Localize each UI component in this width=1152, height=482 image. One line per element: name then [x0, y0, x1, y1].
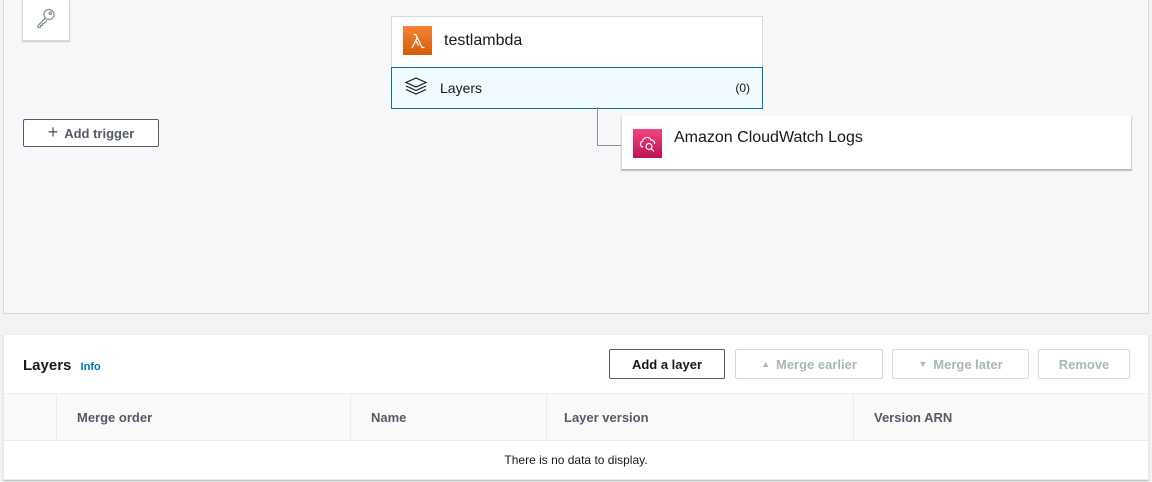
merge-later-label: Merge later	[933, 356, 1003, 372]
cloudwatch-icon	[633, 129, 662, 158]
triangle-up-icon: ▲	[761, 359, 770, 369]
merge-later-button[interactable]: ▼ Merge later	[892, 349, 1029, 379]
column-header-name[interactable]: Name	[350, 394, 546, 440]
layers-count: (0)	[735, 81, 750, 95]
destination-name: Amazon CloudWatch Logs	[674, 129, 863, 146]
panel-title-text: Layers	[23, 357, 72, 374]
table-header: Merge order Name Layer version Version A…	[4, 393, 1148, 441]
merge-earlier-button[interactable]: ▲ Merge earlier	[735, 349, 883, 379]
lambda-icon	[403, 26, 432, 55]
merge-earlier-label: Merge earlier	[775, 356, 857, 372]
plus-icon: +	[47, 122, 59, 142]
empty-table-message: There is no data to display.	[504, 453, 648, 467]
destination-card[interactable]: Amazon CloudWatch Logs	[621, 116, 1132, 170]
add-trigger-button[interactable]: + Add trigger	[23, 119, 159, 147]
column-header-layer-version[interactable]: Layer version	[546, 394, 853, 440]
column-header-version-arn[interactable]: Version ARN	[853, 394, 1148, 440]
layers-icon	[404, 76, 428, 101]
key-icon	[35, 7, 57, 34]
add-trigger-label: Add trigger	[64, 125, 135, 141]
triangle-down-icon: ▼	[918, 359, 928, 369]
column-header-merge-order[interactable]: Merge order	[56, 394, 350, 440]
function-card[interactable]: testlambda Layers (0)	[391, 16, 763, 109]
key-tile[interactable]	[22, 0, 70, 41]
layers-node-label: Layers	[440, 80, 483, 96]
add-layer-button[interactable]: Add a layer	[609, 349, 725, 379]
remove-button[interactable]: Remove	[1038, 349, 1130, 379]
function-name: testlambda	[444, 31, 523, 49]
layers-panel: Layers Info Add a layer ▲ Merge earlier …	[3, 334, 1149, 480]
designer-canvas: + Add trigger testlambda Layers (0) Amaz…	[3, 0, 1149, 314]
info-link[interactable]: Info	[81, 361, 101, 373]
layers-node[interactable]: Layers (0)	[391, 67, 763, 109]
panel-title: Layers Info	[23, 357, 101, 374]
